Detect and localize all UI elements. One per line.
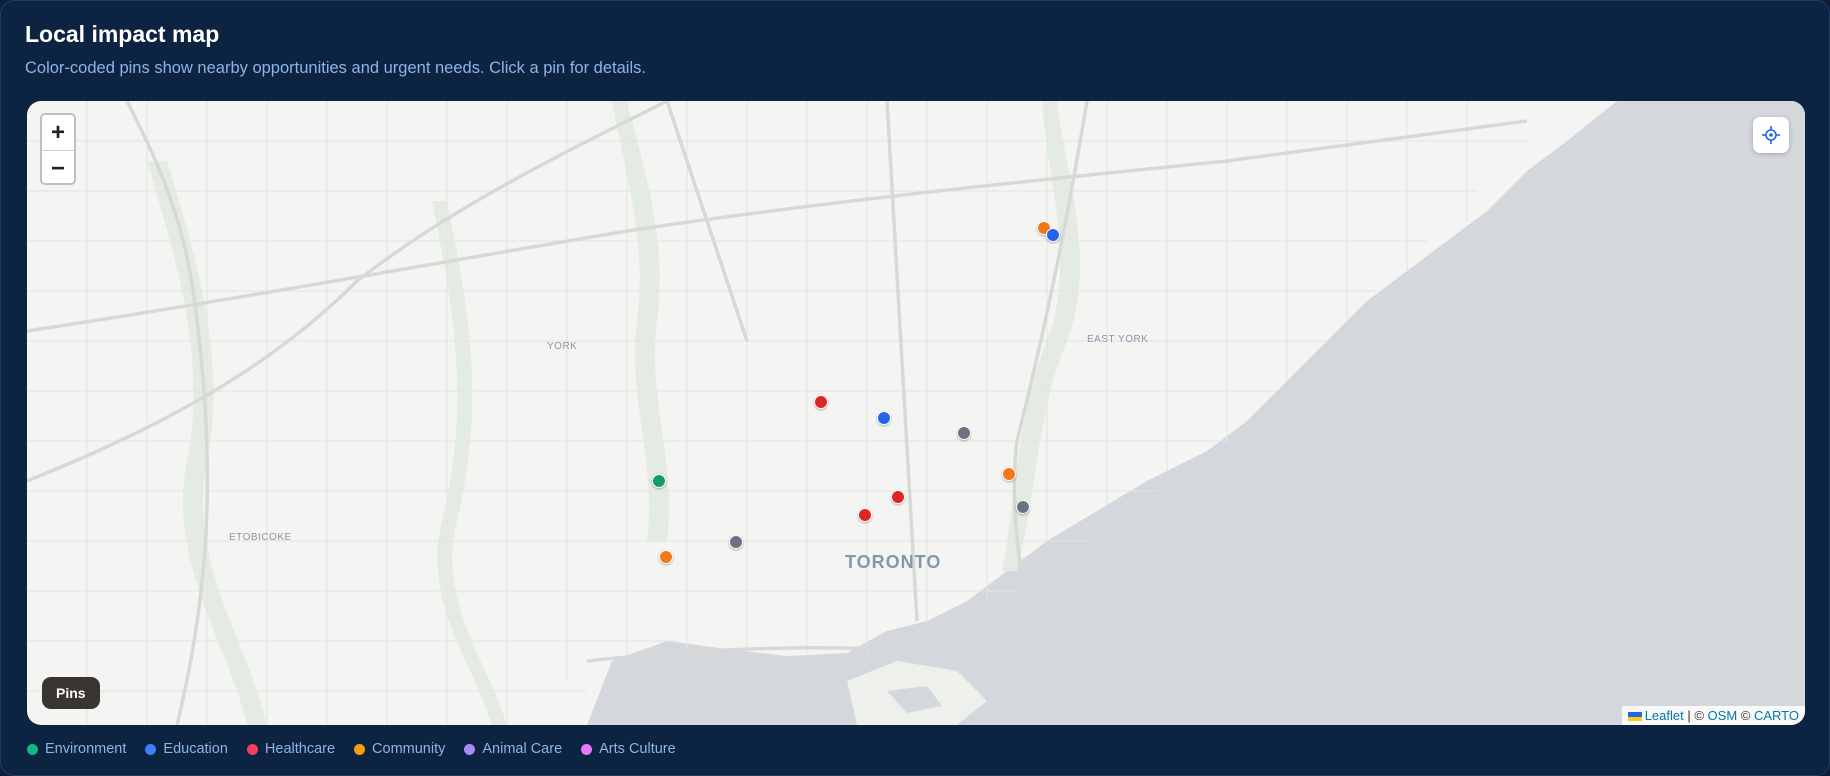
map-attribution: Leaflet | © OSM © CARTO	[1621, 706, 1805, 725]
ukraine-flag-icon	[1627, 712, 1642, 722]
legend-label: Environment	[45, 741, 127, 757]
osm-link[interactable]: OSM	[1708, 708, 1738, 723]
legend-item-community: Community	[354, 741, 445, 757]
map-pin[interactable]	[814, 395, 828, 409]
place-label-york: YORK	[547, 341, 578, 352]
legend-item-animal-care: Animal Care	[464, 741, 562, 757]
zoom-out-button[interactable]: −	[42, 151, 74, 186]
legend-dot	[246, 743, 258, 755]
legend-item-environment: Environment	[27, 741, 126, 757]
map-pin[interactable]	[957, 426, 971, 440]
pins-toggle-button[interactable]: Pins	[42, 677, 100, 709]
page-title: Local impact map	[25, 21, 220, 47]
legend-item-education: Education	[145, 741, 228, 757]
legend-label: Arts Culture	[599, 741, 676, 757]
locate-me-button[interactable]	[1753, 117, 1789, 153]
carto-link[interactable]: CARTO	[1754, 708, 1799, 723]
leaflet-link[interactable]: Leaflet	[1645, 708, 1684, 723]
place-label-east-york: EAST YORK	[1087, 334, 1149, 345]
map-pin[interactable]	[652, 474, 666, 488]
map-pin[interactable]	[729, 535, 743, 549]
map-pin[interactable]	[1016, 500, 1030, 514]
impact-map-card: Local impact map Color-coded pins show n…	[0, 0, 1830, 776]
legend-dot	[464, 743, 476, 755]
map-basemap	[27, 101, 1805, 725]
legend-dot	[581, 743, 593, 755]
place-label-etobicoke: ETOBICOKE	[229, 532, 292, 543]
legend-dot	[145, 743, 157, 755]
map-pin[interactable]	[1002, 467, 1016, 481]
zoom-control: + −	[40, 113, 76, 185]
map-pin[interactable]	[877, 411, 891, 425]
map-pin[interactable]	[858, 508, 872, 522]
map-pin[interactable]	[659, 550, 673, 564]
legend-dot	[27, 743, 38, 755]
legend-label: Healthcare	[264, 741, 336, 757]
legend-dot	[354, 743, 366, 755]
map-pin[interactable]	[1046, 228, 1060, 242]
legend-item-arts-culture: Arts Culture	[581, 741, 676, 757]
attribution-copy: ©	[1737, 708, 1754, 723]
place-label-toronto: TORONTO	[845, 552, 942, 572]
legend-label: Education	[163, 741, 228, 757]
zoom-in-button[interactable]: +	[42, 115, 74, 151]
map-pin[interactable]	[891, 490, 905, 504]
legend-label: Animal Care	[482, 741, 563, 757]
attribution-separator: | ©	[1683, 708, 1708, 723]
crosshair-icon	[1762, 126, 1780, 144]
map-canvas[interactable]: YORK EAST YORK TORONTO ETOBICOKE + − Pin…	[27, 101, 1805, 725]
legend-label: Community	[372, 741, 446, 757]
legend-item-healthcare: Healthcare	[246, 741, 336, 757]
category-legend: Environment Education Healthcare Communi…	[27, 741, 676, 757]
page-subtitle: Color-coded pins show nearby opportuniti…	[25, 59, 646, 77]
